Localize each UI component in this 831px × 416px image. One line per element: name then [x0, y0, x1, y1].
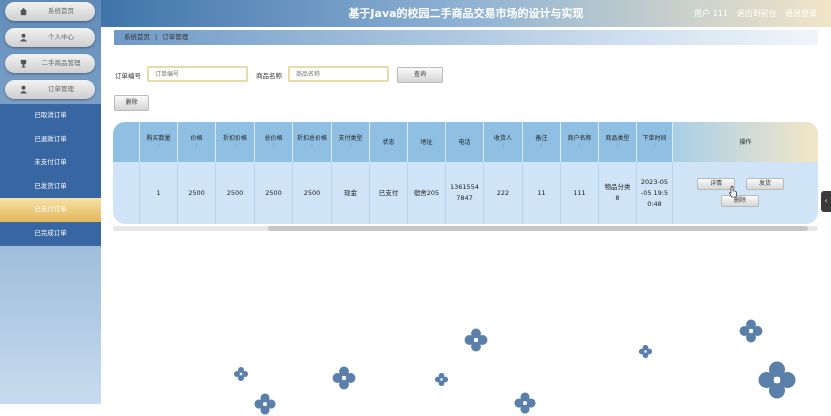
- column-header: 收货人 ⇕: [484, 122, 523, 162]
- column-header: 商户名称 ⇕: [561, 122, 599, 162]
- cell-discount-total: 2500: [293, 162, 332, 224]
- sort-icon: ⇕: [348, 143, 353, 149]
- select-all-column[interactable]: [113, 122, 140, 162]
- sort-icon: ⇕: [271, 143, 276, 149]
- sidebar-item-completed-orders[interactable]: 已完成订单: [0, 222, 101, 246]
- hand-cursor-icon: [729, 186, 737, 198]
- sort-icon: ⇕: [156, 143, 161, 149]
- row-checkbox[interactable]: [113, 162, 140, 224]
- breadcrumb-home[interactable]: 系统首页: [124, 33, 150, 41]
- user-label: 用户 111: [694, 9, 728, 18]
- cell-total-price: 2500: [255, 162, 293, 224]
- scrollbar-thumb[interactable]: [268, 226, 808, 231]
- home-icon: [19, 7, 28, 16]
- column-header: 支付类型 ⇕: [332, 122, 370, 162]
- column-header: 总价格 ⇕: [255, 122, 293, 162]
- horizontal-scrollbar[interactable]: [113, 226, 818, 231]
- logout-link[interactable]: 退出登录: [785, 9, 817, 18]
- row-delete-button[interactable]: 删除: [721, 195, 759, 207]
- trophy-icon: [20, 59, 27, 68]
- orders-table: 购买数量 ⇕ 价格 ⇕ 折扣价格 ⇕ 总价格 ⇕ 折扣总价格 ⇕ 支付类型 ⇕ 状态 地址 …: [113, 122, 818, 233]
- sort-icon: ⇕: [500, 143, 506, 149]
- column-header: 电话: [446, 122, 484, 162]
- sidebar-item-label: 二手商品管理: [41, 59, 81, 67]
- sidebar-item-home[interactable]: 系统首页: [5, 2, 95, 21]
- sidebar-item-label: 订单管理: [48, 85, 74, 93]
- sidebar-item-label: 个人中心: [48, 33, 74, 41]
- person-icon: [19, 33, 28, 42]
- cell-address: 宿舍205: [408, 162, 446, 224]
- sidebar-item-orders[interactable]: 订单管理: [5, 80, 95, 99]
- column-header: 状态: [370, 122, 408, 162]
- sidebar-item-shipped-orders[interactable]: 已发货订单: [0, 175, 101, 199]
- clover-decoration-icon: [332, 366, 356, 390]
- sidebar-item-paid-orders[interactable]: 已支付订单: [0, 198, 101, 222]
- sort-icon: ⇕: [577, 143, 582, 149]
- column-header: 备注 ⇕: [523, 122, 561, 162]
- sort-icon: ⇕: [194, 143, 199, 149]
- sort-icon: ⇕: [232, 143, 238, 149]
- back-to-frontend-link[interactable]: 退出到前台: [736, 9, 776, 18]
- breadcrumb-current: 订单管理: [162, 33, 189, 41]
- cell-merchant: 111: [561, 162, 599, 224]
- cell-remark: 11: [523, 162, 561, 224]
- sort-icon: ⇕: [539, 143, 544, 149]
- column-header: 折扣价格 ⇕: [216, 122, 255, 162]
- product-name-input[interactable]: [288, 66, 389, 82]
- column-header: 购买数量 ⇕: [140, 122, 178, 162]
- sidebar-item-label: 系统首页: [48, 7, 74, 15]
- cell-order-time: 2023-05-05 19:50:48: [637, 162, 673, 224]
- sidebar-item-unpaid-orders[interactable]: 未支付订单: [0, 151, 101, 175]
- clover-decoration-icon: [464, 328, 488, 352]
- clover-decoration-icon: [254, 393, 276, 415]
- user-area: 用户 111 退出到前台 退出登录: [688, 0, 817, 27]
- clover-decoration-icon: [739, 319, 763, 343]
- query-button[interactable]: 查询: [397, 67, 443, 83]
- sidebar-item-refunded-orders[interactable]: 已退款订单: [0, 128, 101, 152]
- order-no-input[interactable]: [147, 66, 248, 82]
- clover-decoration-icon: [434, 372, 449, 387]
- cell-product-type: 物品分类8: [599, 162, 637, 224]
- ship-button[interactable]: 发货: [746, 178, 784, 190]
- sidebar-item-cancelled-orders[interactable]: 已取消订单: [0, 104, 101, 128]
- clover-decoration-icon: [233, 366, 249, 382]
- breadcrumb-separator: |: [155, 33, 158, 41]
- sort-icon: ⇕: [309, 143, 315, 149]
- sidebar: 系统首页 个人中心 二手商品管理 订单管理 已取消订单 已退款订单 未支付订单 …: [0, 0, 101, 404]
- cell-price: 2500: [178, 162, 216, 224]
- header: 基于Java的校园二手商品交易市场的设计与实现 用户 111 退出到前台 退出登…: [101, 0, 831, 27]
- orders-submenu: 已取消订单 已退款订单 未支付订单 已发货订单 已支付订单 已完成订单: [0, 104, 101, 246]
- cell-discount-price: 2500: [216, 162, 255, 224]
- cell-pay-type: 现金: [332, 162, 370, 224]
- delete-button[interactable]: 删除: [114, 95, 149, 111]
- sidebar-item-goods[interactable]: 二手商品管理: [5, 54, 95, 73]
- cell-quantity: 1: [140, 162, 178, 224]
- clover-decoration-icon: [514, 392, 536, 414]
- column-header: 操作: [739, 138, 752, 146]
- sort-icon: ⇕: [652, 143, 657, 149]
- sort-icon: ⇕: [615, 143, 620, 149]
- clover-decoration-icon: [638, 344, 653, 359]
- column-header: 价格 ⇕: [178, 122, 216, 162]
- column-header: 地址: [408, 122, 446, 162]
- cell-actions: [673, 162, 818, 224]
- cell-receiver: 222: [484, 162, 523, 224]
- breadcrumb: 系统首页 | 订单管理: [114, 30, 818, 45]
- order-no-label: 订单编号: [115, 72, 141, 80]
- clover-decoration-icon: [758, 361, 796, 399]
- product-name-label: 商品名称: [256, 72, 282, 80]
- cell-status: 已支付: [370, 162, 408, 224]
- person-icon: [19, 85, 28, 94]
- sidebar-item-profile[interactable]: 个人中心: [5, 28, 95, 47]
- cell-phone: 13615547847: [446, 162, 484, 224]
- column-header: 下单时间 ⇕: [637, 122, 673, 162]
- side-collapse-handle[interactable]: ‹: [821, 191, 831, 212]
- column-header: 折扣总价格 ⇕: [293, 122, 332, 162]
- column-header: 商品类型 ⇕: [599, 122, 637, 162]
